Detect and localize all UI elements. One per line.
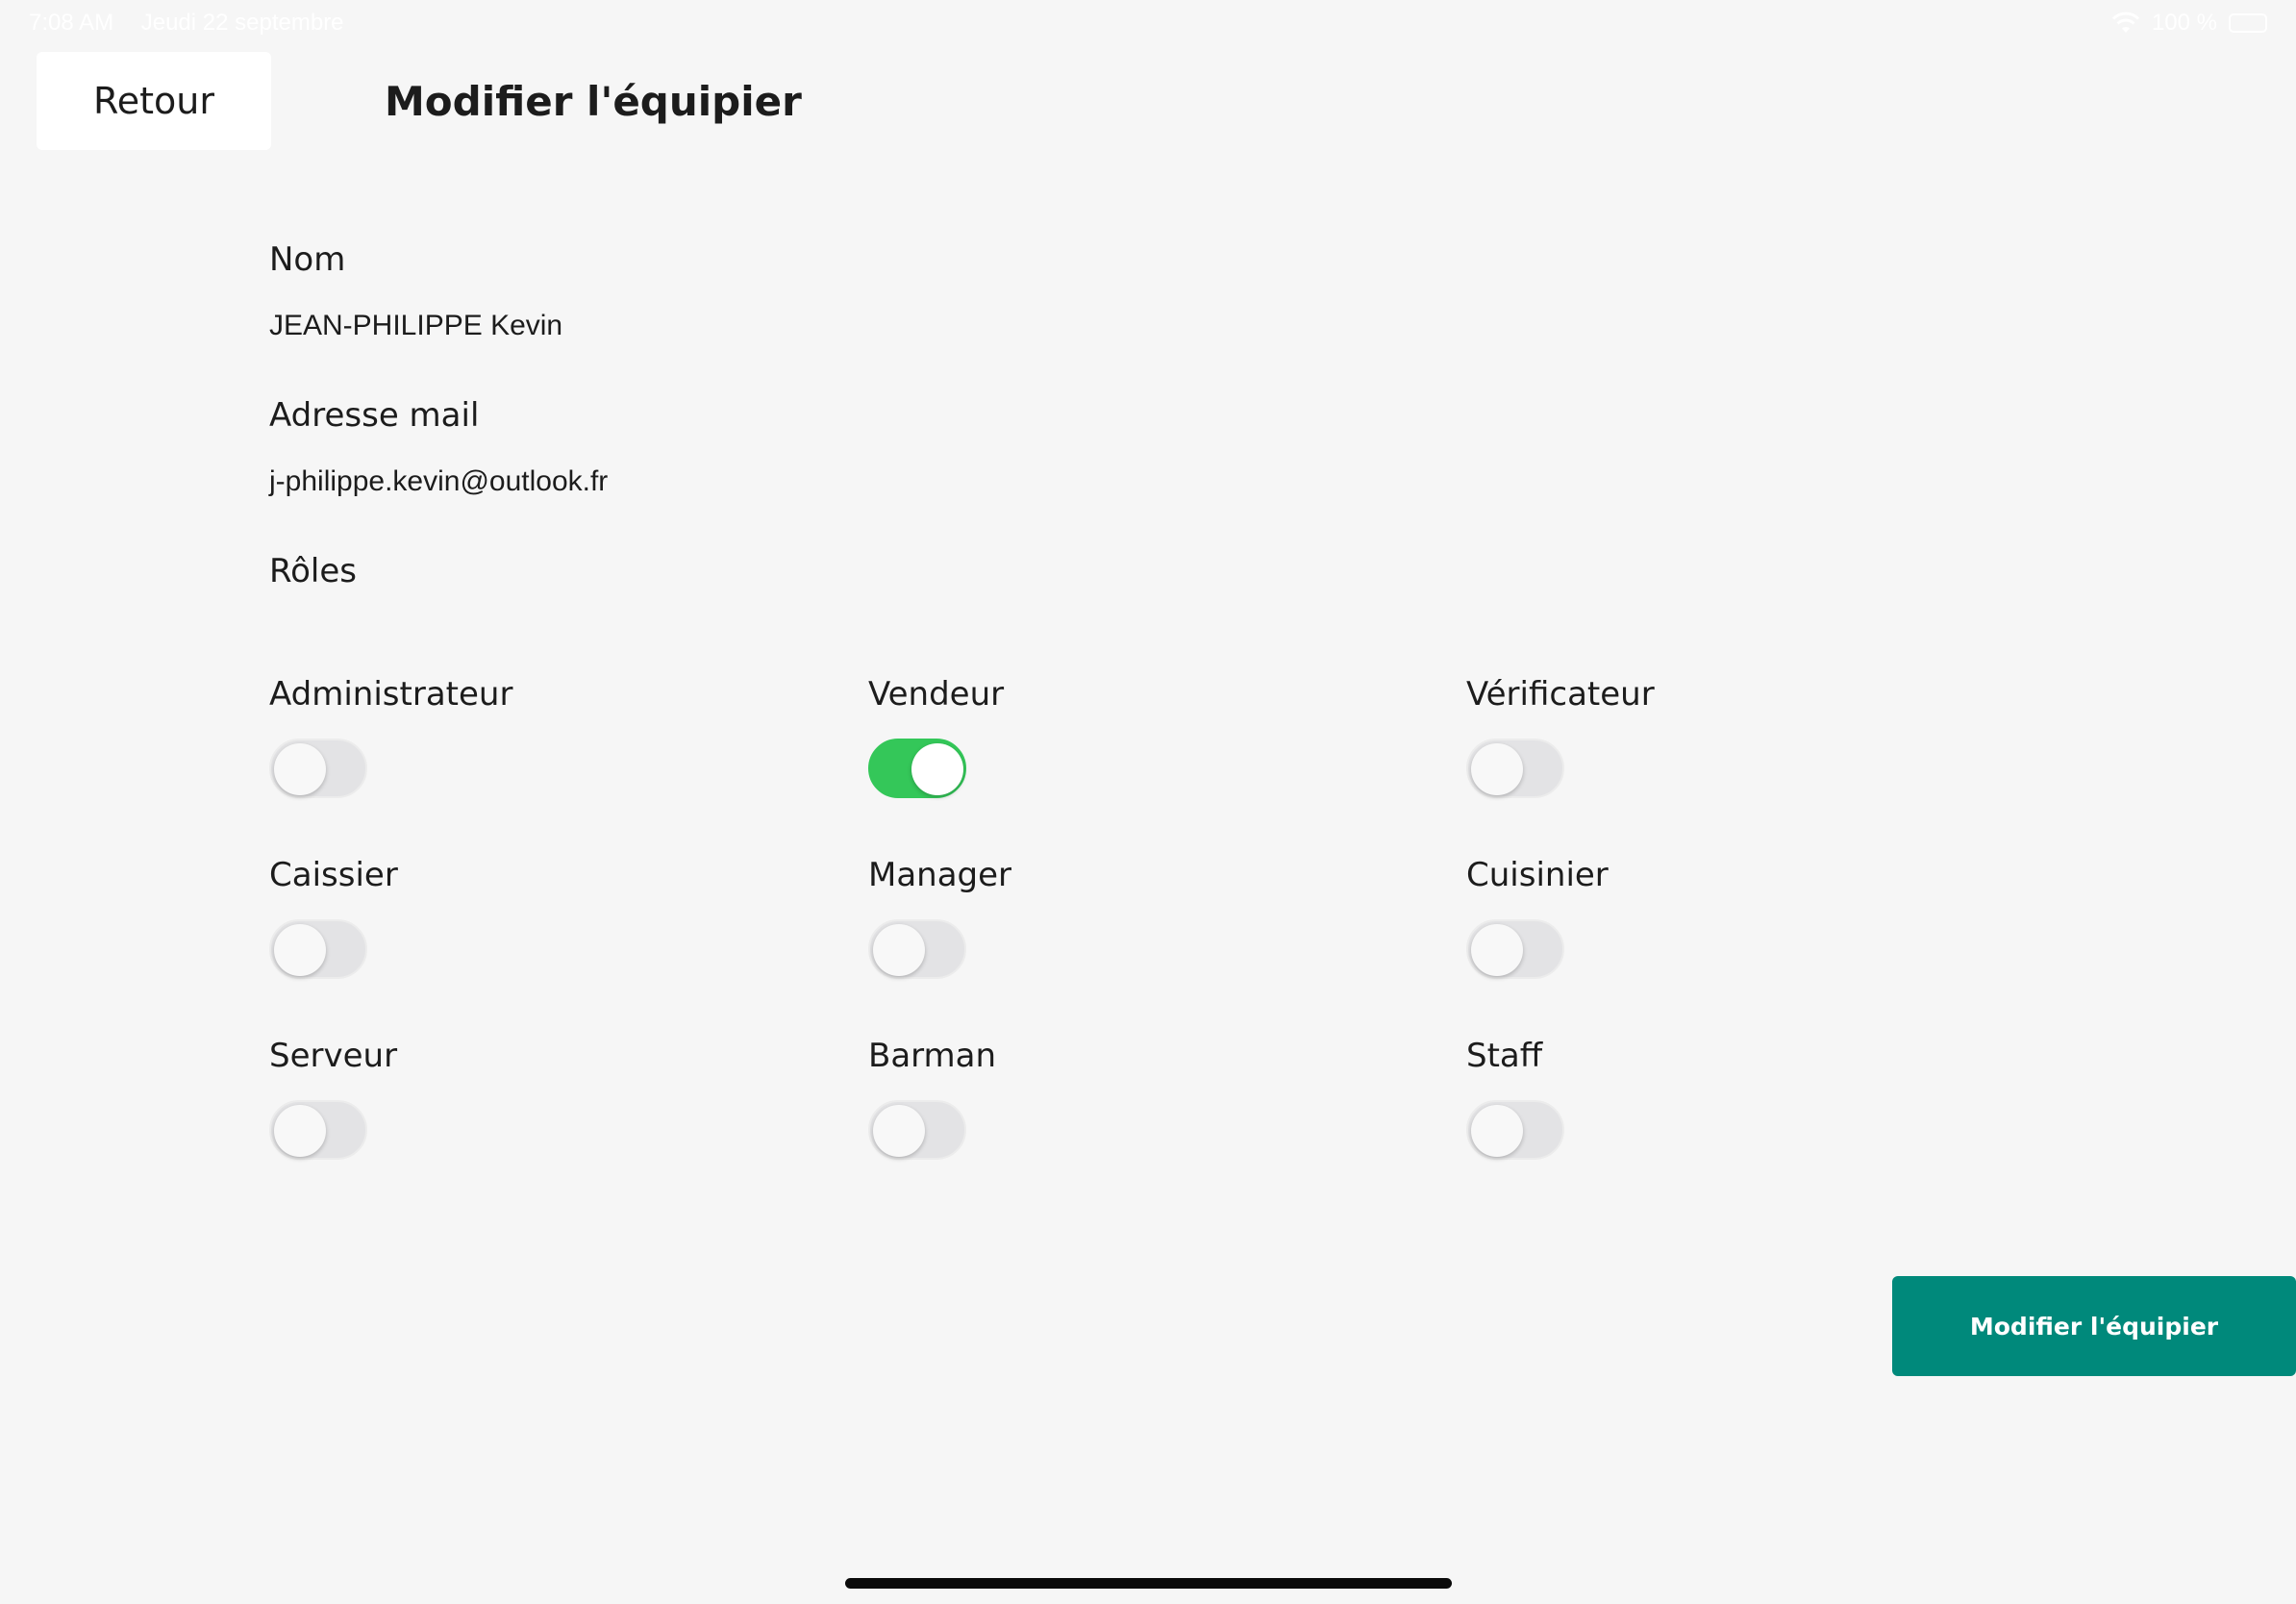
toggle-knob <box>274 743 326 795</box>
role-label: Serveur <box>269 1037 398 1075</box>
name-label: Nom <box>269 240 346 279</box>
name-value: JEAN-PHILIPPE Kevin <box>269 310 563 341</box>
submit-button[interactable]: Modifier l'équipier <box>1892 1276 2296 1376</box>
toggle-knob <box>1471 1105 1523 1157</box>
status-date: Jeudi 22 septembre <box>140 10 344 36</box>
role-label: Caissier <box>269 856 398 894</box>
toggle-vendeur[interactable] <box>868 739 966 798</box>
back-button[interactable]: Retour <box>37 52 271 150</box>
status-bar: 7:08 AM Jeudi 22 septembre 100 % <box>0 0 2296 46</box>
role-label: Cuisinier <box>1466 856 1609 894</box>
role-label: Vendeur <box>868 675 1005 714</box>
toggle-knob <box>1471 924 1523 976</box>
role-serveur: Serveur <box>269 1033 654 1177</box>
role-label: Staff <box>1466 1037 1543 1075</box>
roles-label: Rôles <box>269 552 357 590</box>
role-manager: Manager <box>868 852 1253 996</box>
role-label: Vérificateur <box>1466 675 1655 714</box>
role-label: Barman <box>868 1037 997 1075</box>
role-caissier: Caissier <box>269 852 654 996</box>
battery-icon <box>2229 13 2267 33</box>
role-label: Manager <box>868 856 1012 894</box>
role-vendeur: Vendeur <box>868 671 1253 815</box>
role-verificateur: Vérificateur <box>1466 671 1851 815</box>
edit-team-member-screen: 7:08 AM Jeudi 22 septembre 100 % Retour … <box>0 0 2296 1604</box>
role-barman: Barman <box>868 1033 1253 1177</box>
status-time: 7:08 AM <box>29 10 114 36</box>
toggle-cuisinier[interactable] <box>1466 919 1564 979</box>
toggle-serveur[interactable] <box>269 1100 367 1160</box>
email-label: Adresse mail <box>269 396 480 435</box>
role-label: Administrateur <box>269 675 513 714</box>
toggle-barman[interactable] <box>868 1100 966 1160</box>
toggle-knob <box>873 1105 925 1157</box>
toggle-verificateur[interactable] <box>1466 739 1564 798</box>
home-indicator <box>845 1578 1452 1589</box>
role-administrateur: Administrateur <box>269 671 654 815</box>
toggle-knob <box>911 743 963 795</box>
toggle-knob <box>1471 743 1523 795</box>
toggle-administrateur[interactable] <box>269 739 367 798</box>
toggle-staff[interactable] <box>1466 1100 1564 1160</box>
toggle-knob <box>274 924 326 976</box>
role-cuisinier: Cuisinier <box>1466 852 1851 996</box>
status-right: 100 % <box>2111 0 2267 46</box>
toggle-manager[interactable] <box>868 919 966 979</box>
wifi-icon <box>2111 12 2140 33</box>
toggle-knob <box>274 1105 326 1157</box>
email-value: j-philippe.kevin@outlook.fr <box>269 465 609 497</box>
page-title: Modifier l'équipier <box>385 78 802 125</box>
status-left: 7:08 AM Jeudi 22 septembre <box>29 0 365 46</box>
battery-percentage: 100 % <box>2151 10 2217 36</box>
toggle-knob <box>873 924 925 976</box>
toggle-caissier[interactable] <box>269 919 367 979</box>
role-staff: Staff <box>1466 1033 1851 1177</box>
